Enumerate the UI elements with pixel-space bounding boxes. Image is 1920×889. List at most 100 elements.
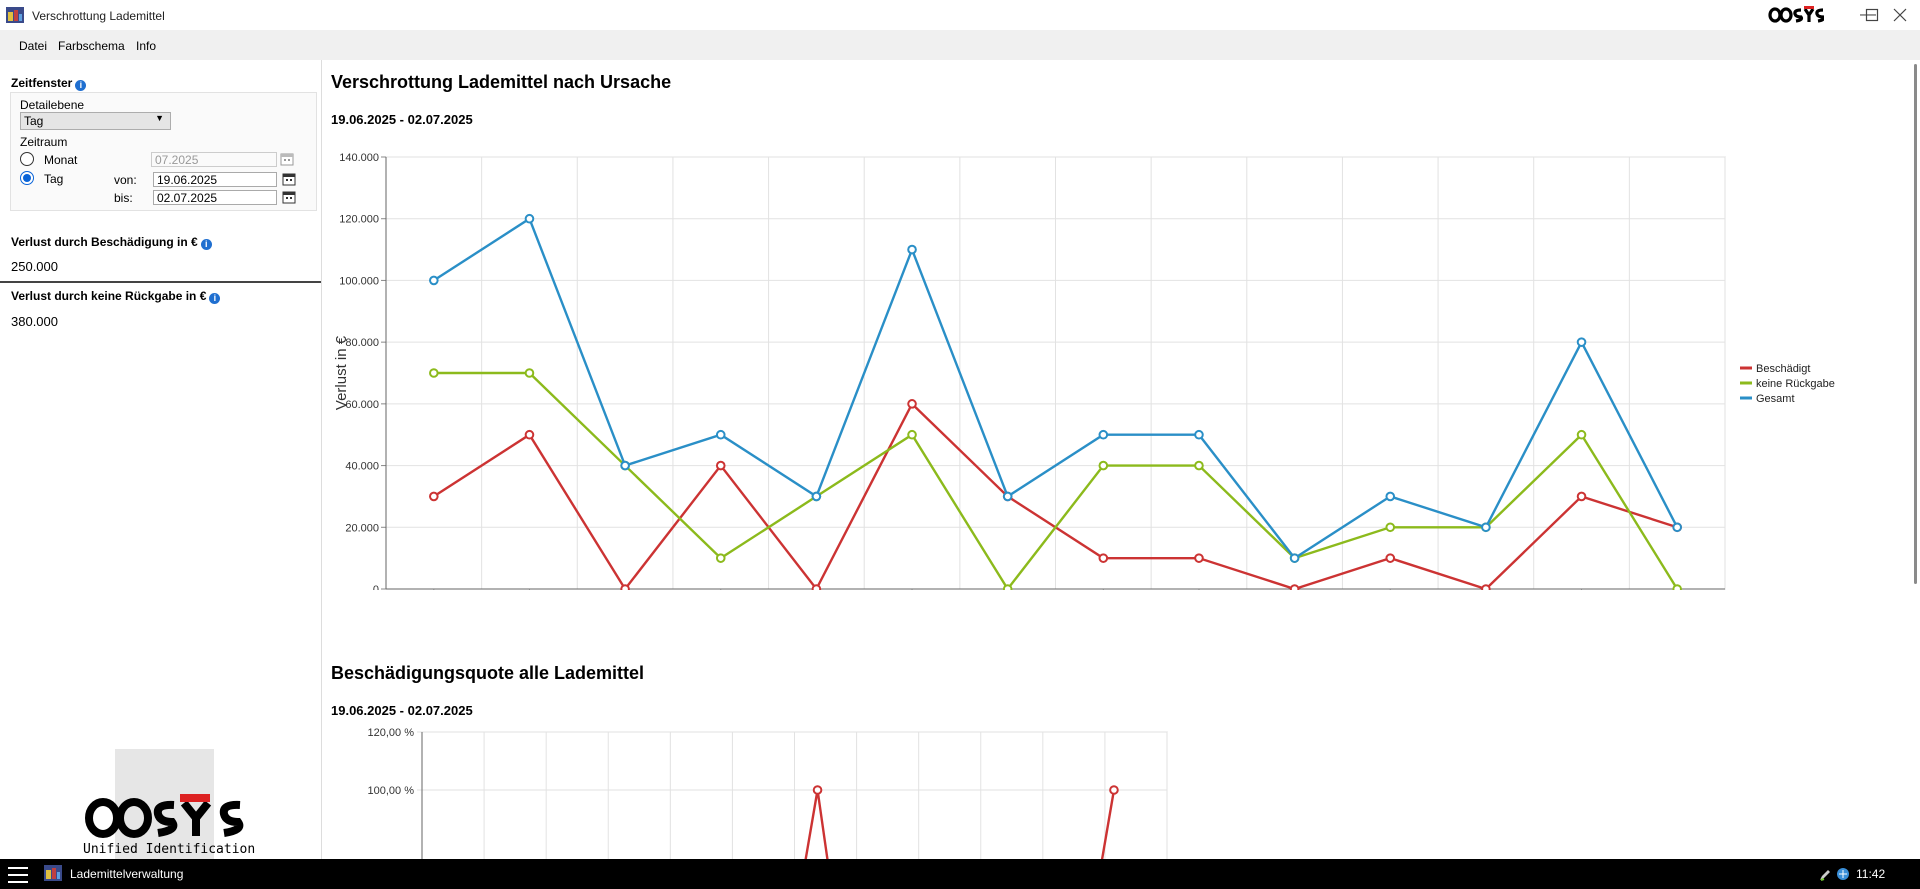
y-tick-label: 20.000 xyxy=(345,522,379,534)
data-point xyxy=(715,460,726,471)
data-point xyxy=(429,368,439,378)
data-point xyxy=(1098,553,1109,563)
info-icon[interactable]: i xyxy=(209,293,221,304)
data-point xyxy=(1002,584,1013,590)
cosys-logo xyxy=(1768,6,1824,23)
clock: 11:42 xyxy=(1856,867,1886,881)
menu-bar: Datei Farbschema Info xyxy=(0,30,1920,60)
data-point xyxy=(1289,553,1300,563)
y-tick-label: 120,00 % xyxy=(368,727,415,739)
taskbar-app-label[interactable]: Lademittelverwaltung xyxy=(70,867,183,881)
data-point xyxy=(1194,429,1204,440)
zeitfenster-heading: Zeitfenster i xyxy=(11,76,87,91)
data-point xyxy=(429,275,439,286)
detailebene-label: Detailebene xyxy=(20,98,85,112)
data-point xyxy=(715,553,726,563)
y-tick-label: 100,00 % xyxy=(368,785,415,797)
bis-label: bis: xyxy=(114,191,133,205)
legend-label: Gesamt xyxy=(1756,393,1795,405)
hamburger-menu-icon[interactable] xyxy=(8,867,28,888)
data-point xyxy=(1109,785,1119,795)
y-tick-label: 40.000 xyxy=(345,461,379,473)
y-tick-label: 60.000 xyxy=(345,399,379,411)
calendar-icon[interactable] xyxy=(282,190,296,204)
title-bar: Verschrottung Lademittel — xyxy=(0,0,1920,30)
calendar-icon[interactable] xyxy=(280,152,294,166)
loss-noreturn-value: 380.000 xyxy=(11,314,58,329)
scrollbar-thumb[interactable] xyxy=(1914,64,1917,584)
data-point xyxy=(1194,553,1204,563)
y-tick-label: 140.000 xyxy=(339,152,379,164)
data-point xyxy=(1098,429,1109,440)
data-point xyxy=(1385,491,1396,502)
data-point xyxy=(1672,522,1682,533)
y-axis-label: Verlust in € xyxy=(333,335,350,410)
divider xyxy=(0,281,321,283)
y-tick-label: 80.000 xyxy=(345,337,379,349)
loss-noreturn-heading: Verlust durch keine Rückgabe in € i xyxy=(11,289,221,304)
menu-datei[interactable]: Datei xyxy=(19,39,47,53)
radio-tag[interactable] xyxy=(20,171,34,185)
taskbar: Lademittelverwaltung 11:42 xyxy=(0,859,1920,889)
von-date-field[interactable]: 19.06.2025 xyxy=(153,172,277,187)
y-tick-label: 0 xyxy=(373,584,379,590)
menu-farbschema[interactable]: Farbschema xyxy=(58,39,125,53)
legend-label: keine Rückgabe xyxy=(1756,378,1835,390)
data-point xyxy=(1481,522,1491,533)
monat-field[interactable]: 07.2025 xyxy=(151,152,277,167)
info-icon[interactable]: i xyxy=(200,239,212,250)
chart1-title: Verschrottung Lademittel nach Ursache xyxy=(331,72,672,92)
chart2-subtitle: 19.06.2025 - 02.07.2025 xyxy=(331,703,473,718)
info-icon[interactable]: i xyxy=(75,80,87,91)
data-point xyxy=(524,213,535,224)
data-point xyxy=(811,491,822,502)
data-point xyxy=(715,429,726,440)
tag-label: Tag xyxy=(44,172,64,186)
data-point xyxy=(1289,584,1300,590)
app-icon xyxy=(6,7,24,23)
data-point xyxy=(1002,491,1013,502)
data-point xyxy=(812,785,823,795)
y-tick-label: 100.000 xyxy=(339,275,379,287)
maximize-button[interactable] xyxy=(1858,4,1886,26)
app-icon xyxy=(44,865,62,881)
line-chart-beschaedigungsquote: 120,00 % 100,00 % xyxy=(368,727,1168,859)
data-point xyxy=(1385,553,1396,563)
data-point xyxy=(524,429,535,440)
network-icon xyxy=(1837,868,1849,880)
data-point xyxy=(429,491,439,502)
von-label: von: xyxy=(114,173,137,187)
data-point xyxy=(1385,522,1396,533)
data-point xyxy=(811,584,822,590)
pen-icon xyxy=(1820,870,1830,881)
loss-damage-value: 250.000 xyxy=(11,259,58,274)
zeitraum-label: Zeitraum xyxy=(20,135,68,149)
line-chart-verschrottung: 0 20.000 40.000 60.000 80.000 100.000 120.000 1… xyxy=(333,152,1835,590)
data-point xyxy=(1481,584,1491,590)
data-point xyxy=(620,460,630,471)
bis-date-field[interactable]: 02.07.2025 xyxy=(153,190,277,205)
menu-info[interactable]: Info xyxy=(136,39,156,53)
filter-panel: Zeitfenster i Detailebene Tag ▼ Zeitraum … xyxy=(0,60,322,859)
y-tick-label: 120.000 xyxy=(339,214,379,226)
chevron-down-icon: ▼ xyxy=(155,113,164,123)
radio-monat[interactable] xyxy=(20,152,34,166)
legend-label: Beschädigt xyxy=(1756,363,1810,375)
loss-damage-heading: Verlust durch Beschädigung in € i xyxy=(11,235,212,250)
main-content: Verschrottung Lademittel nach Ursache 19… xyxy=(322,60,1912,859)
close-button[interactable] xyxy=(1886,4,1914,26)
data-point xyxy=(620,584,630,590)
data-point xyxy=(1098,460,1109,471)
calendar-icon[interactable] xyxy=(282,172,296,186)
data-point xyxy=(907,244,917,255)
data-point xyxy=(1672,584,1682,590)
data-point xyxy=(907,429,917,440)
vertical-scrollbar[interactable] xyxy=(1912,60,1920,859)
data-point xyxy=(1194,460,1204,471)
data-point xyxy=(524,368,535,378)
monat-label: Monat xyxy=(44,153,78,167)
detailebene-select[interactable]: Tag ▼ xyxy=(20,112,171,130)
cosys-logo xyxy=(85,794,244,838)
data-point xyxy=(1576,429,1587,440)
window-title: Verschrottung Lademittel xyxy=(32,9,165,23)
